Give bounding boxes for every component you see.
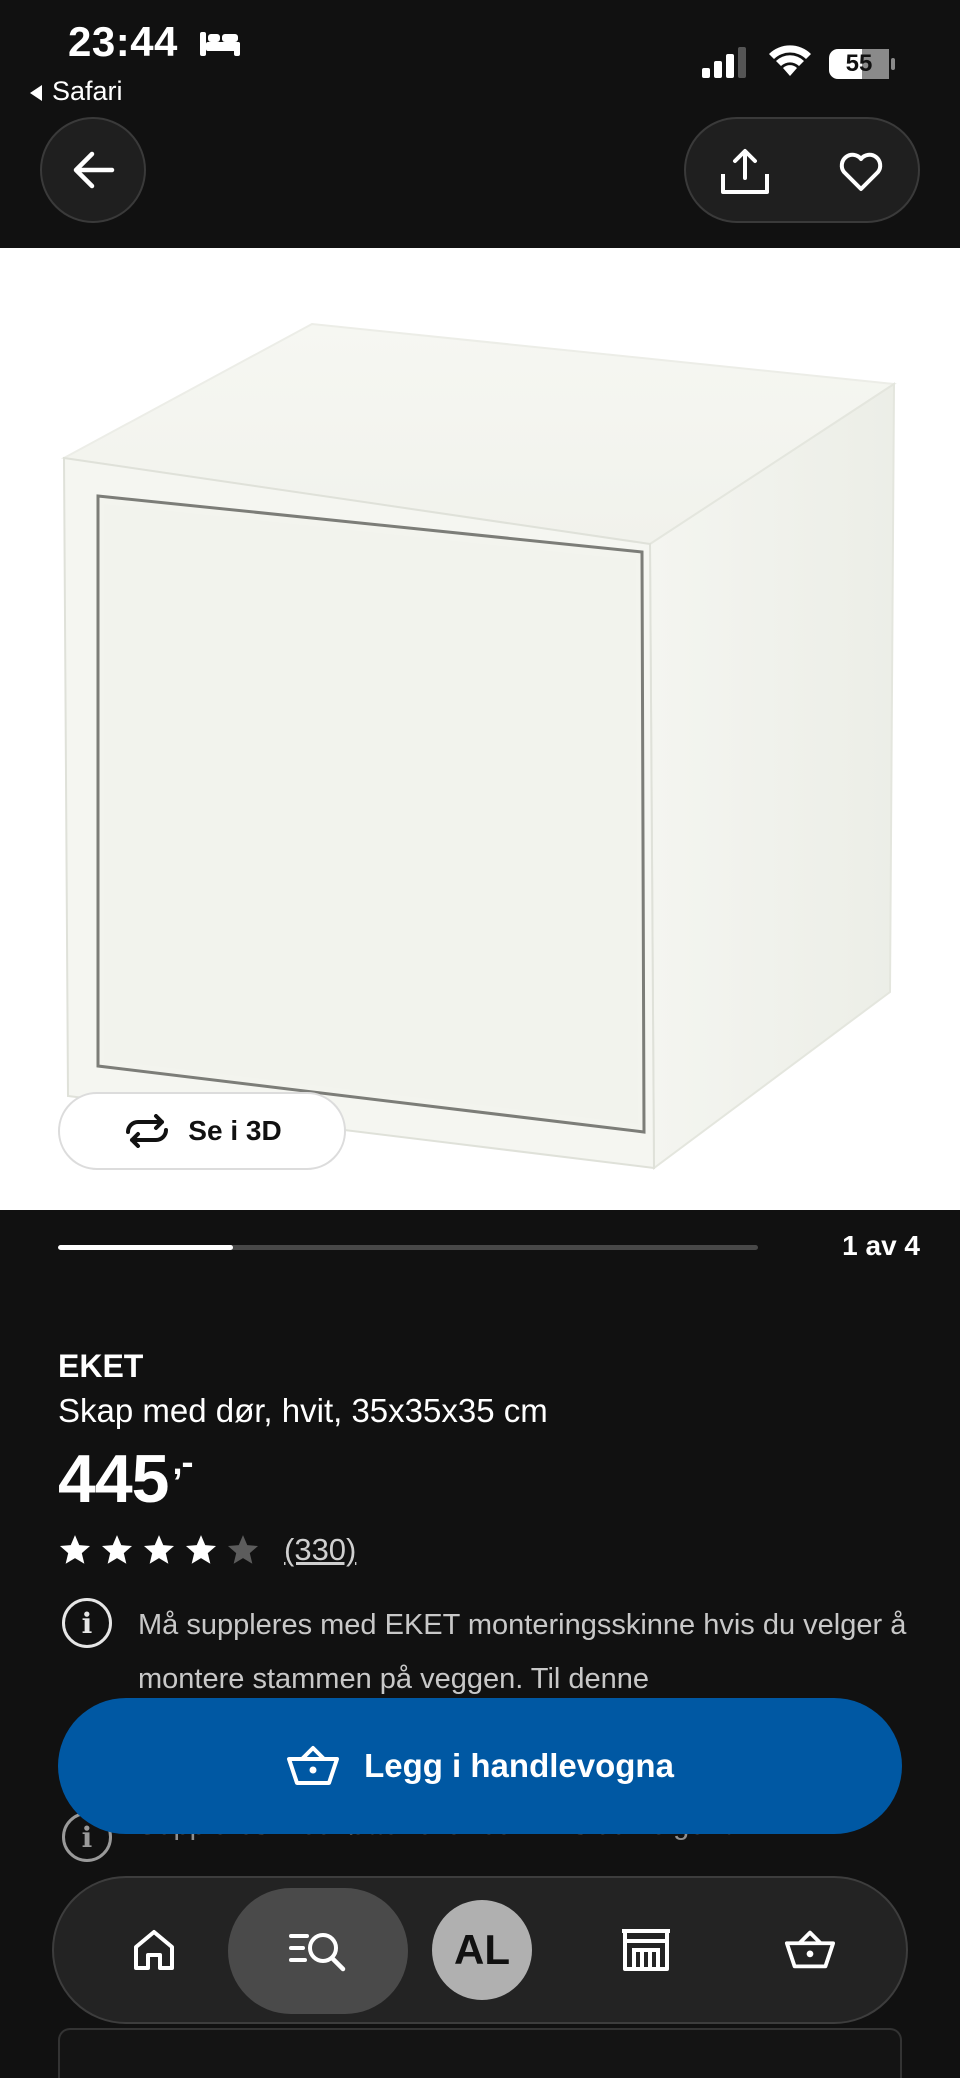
star-filled-icon: [185, 1535, 217, 1564]
back-to-app-link[interactable]: Safari: [30, 76, 123, 107]
gallery-progress-track: [58, 1245, 758, 1250]
heart-icon: [839, 152, 883, 191]
view-3d-button[interactable]: Se i 3D: [58, 1092, 346, 1170]
rating-stars: [58, 1533, 260, 1567]
gallery-counter: 1 av 4: [842, 1230, 920, 1261]
notice-text: Må suppleres med EKET monteringsskinne h…: [138, 1609, 907, 1695]
favorite-button[interactable]: [826, 137, 896, 207]
share-button[interactable]: [710, 137, 780, 207]
add-to-cart-button[interactable]: Legg i handlevogna: [58, 1698, 902, 1834]
rating[interactable]: (330): [58, 1532, 356, 1568]
info-icon: i: [62, 1598, 112, 1648]
view-3d-label: Se i 3D: [188, 1115, 282, 1146]
back-triangle-icon: [30, 84, 42, 101]
status-bar: 23:44 Safari 55: [0, 0, 960, 118]
back-button[interactable]: [40, 117, 146, 223]
basket-icon: [784, 1930, 836, 1969]
cabinet-illustration: [0, 248, 960, 1210]
home-icon: [134, 1930, 174, 1970]
star-filled-icon: [101, 1535, 133, 1564]
rotate-3d-icon: [126, 1114, 169, 1148]
star-filled-icon: [59, 1535, 91, 1564]
star-empty-icon: [227, 1535, 259, 1564]
sleep-mode-icon: [200, 32, 240, 56]
wifi-icon: [769, 45, 811, 76]
store-icon: [622, 1929, 670, 1971]
price-suffix: ,-: [172, 1441, 193, 1482]
star-filled-icon: [143, 1535, 175, 1564]
price-value: 445: [58, 1441, 169, 1517]
gallery-progress-fill: [58, 1245, 233, 1250]
bottom-navigation: AL: [52, 1876, 908, 2024]
product-image[interactable]: [0, 248, 960, 1210]
basket-icon: [287, 1746, 340, 1785]
search-icon: [289, 1933, 346, 1972]
battery-indicator: 55: [828, 48, 896, 80]
nav-search-button[interactable]: [228, 1888, 408, 2014]
nav-store-button[interactable]: [596, 1900, 696, 2000]
action-buttons-group: [684, 117, 920, 223]
back-app-label: Safari: [52, 76, 123, 106]
cellular-signal-icon: [702, 47, 746, 78]
nav-cart-button[interactable]: [760, 1900, 860, 2000]
product-description: Skap med dør, hvit, 35x35x35 cm: [58, 1392, 548, 1429]
battery-level: 55: [845, 50, 873, 77]
status-time: 23:44: [68, 18, 178, 65]
content-card-edge: [58, 2028, 902, 2078]
reviews-count-link[interactable]: (330): [284, 1532, 356, 1568]
share-icon: [721, 149, 769, 194]
product-brand[interactable]: EKET: [58, 1348, 143, 1385]
add-to-cart-label: Legg i handlevogna: [364, 1747, 674, 1784]
arrow-left-icon: [73, 151, 115, 189]
nav-home-button[interactable]: [104, 1900, 204, 2000]
product-price: 445 ,-: [58, 1440, 193, 1518]
nav-profile-avatar[interactable]: AL: [432, 1900, 532, 2000]
